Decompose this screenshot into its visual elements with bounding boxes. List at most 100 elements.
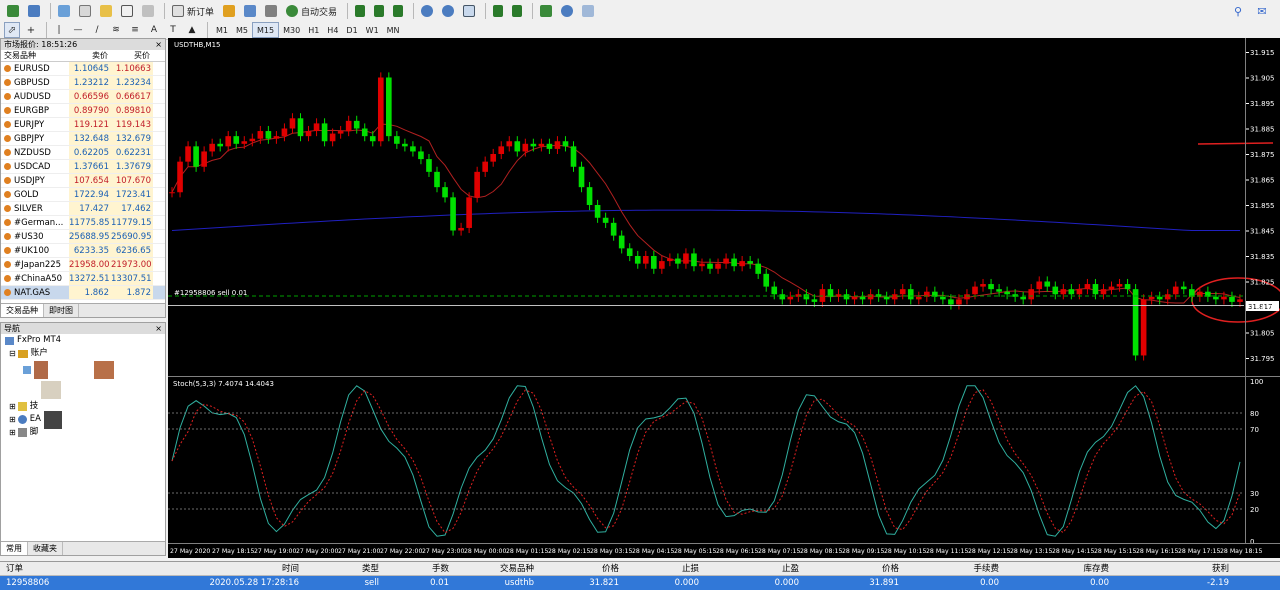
orders-column[interactable]: 止损: [625, 562, 705, 575]
horizontal-line-tool[interactable]: —: [70, 22, 86, 38]
timeframe-w1[interactable]: W1: [362, 22, 383, 38]
navigator-experts[interactable]: ⊞ EA: [1, 410, 165, 429]
timeframe-m15[interactable]: M15: [252, 22, 280, 38]
column-bid[interactable]: 卖价: [69, 50, 111, 61]
periods-button[interactable]: [558, 3, 576, 19]
channel-tool[interactable]: ≋: [108, 22, 124, 38]
navigator-accounts[interactable]: ⊟ 账户: [1, 347, 165, 360]
orders-column[interactable]: 获利: [1115, 562, 1235, 575]
account-entry[interactable]: [1, 360, 165, 380]
vertical-line-tool[interactable]: |: [51, 22, 67, 38]
chart-window[interactable]: 28 May 18:15 28 May 17:15 28 May 16:15 28 M…: [168, 38, 1280, 558]
market-row[interactable]: NAT.GAS 1.862 1.872: [1, 286, 165, 300]
indicators-button[interactable]: [537, 3, 555, 19]
timeframe-d1[interactable]: D1: [342, 22, 361, 38]
tester-toggle[interactable]: [139, 3, 157, 19]
order-row[interactable]: 12958806 2020.05.28 17:28:16 sell 0.01 usdth…: [0, 576, 1280, 590]
bar-chart-button[interactable]: [352, 3, 368, 19]
orders-column[interactable]: 价格: [540, 562, 625, 575]
zoom-in-button[interactable]: [418, 3, 436, 19]
column-ask[interactable]: 买价: [111, 50, 153, 61]
price-chart[interactable]: 28 May 18:1528 May 17:1528 May 16:1528 M…: [168, 38, 1280, 558]
expand-icon[interactable]: ⊞: [9, 426, 16, 439]
navigator-toggle[interactable]: [97, 3, 115, 19]
tab-favorites[interactable]: 收藏夹: [28, 542, 63, 555]
order-cell: 0.000: [774, 578, 799, 588]
autoscroll-button[interactable]: [509, 3, 525, 19]
profiles-icon: [28, 5, 40, 17]
timeframe-m30[interactable]: M30: [279, 22, 304, 38]
market-row[interactable]: AUDUSD 0.66596 0.66617: [1, 90, 165, 104]
collapse-icon[interactable]: ⊟: [9, 347, 16, 360]
market-row[interactable]: GBPUSD 1.23212 1.23234: [1, 76, 165, 90]
market-row[interactable]: GBPJPY 132.648 132.679: [1, 132, 165, 146]
market-row[interactable]: #German... 11775.85 11779.15: [1, 216, 165, 230]
candlestick-button[interactable]: [371, 3, 387, 19]
crosshair-tool[interactable]: +: [23, 22, 39, 38]
navigator-indicators[interactable]: ⊞ 技: [1, 400, 165, 413]
market-row[interactable]: #ChinaA50 13272.51 13307.51: [1, 272, 165, 286]
history-button[interactable]: [241, 3, 259, 19]
order-cell: 31.821: [589, 578, 619, 588]
tile-windows-button[interactable]: [460, 3, 478, 19]
orders-column[interactable]: 时间: [150, 562, 305, 575]
metaeditor-button[interactable]: [220, 3, 238, 19]
line-chart-button[interactable]: [390, 3, 406, 19]
text-tool[interactable]: A: [146, 22, 162, 38]
stoch-tick-label: 70: [1250, 426, 1259, 434]
market-row[interactable]: #US30 25688.95 25690.95: [1, 230, 165, 244]
terminal-toggle[interactable]: [118, 3, 136, 19]
chat-button[interactable]: ✉: [1254, 3, 1270, 19]
timeframe-h1[interactable]: H1: [304, 22, 323, 38]
orders-column[interactable]: 订单: [0, 562, 150, 575]
timeframe-m5[interactable]: M5: [232, 22, 252, 38]
market-row[interactable]: USDCAD 1.37661 1.37679: [1, 160, 165, 174]
tab-tick-chart[interactable]: 即时图: [44, 304, 79, 317]
market-watch-toggle[interactable]: [55, 3, 73, 19]
orders-column[interactable]: 交易品种: [455, 562, 540, 575]
market-row[interactable]: EURUSD 1.10645 1.10663: [1, 62, 165, 76]
fibonacci-tool[interactable]: ≡: [127, 22, 143, 38]
trendline-tool[interactable]: ∕: [89, 22, 105, 38]
market-row[interactable]: GOLD 1722.94 1723.41: [1, 188, 165, 202]
navigator-root[interactable]: FxPro MT4: [1, 334, 165, 347]
orders-column[interactable]: 手续费: [905, 562, 1005, 575]
new-order-button[interactable]: 新订单: [169, 3, 217, 19]
market-row[interactable]: #Japan225 21958.00 21973.00: [1, 258, 165, 272]
signals-button[interactable]: [262, 3, 280, 19]
orders-column[interactable]: 库存费: [1005, 562, 1115, 575]
market-row[interactable]: EURJPY 119.121 119.143: [1, 118, 165, 132]
orders-column[interactable]: 类型: [305, 562, 385, 575]
market-row[interactable]: USDJPY 107.654 107.670: [1, 174, 165, 188]
orders-column[interactable]: 手数: [385, 562, 455, 575]
templates-button[interactable]: [579, 3, 597, 19]
market-row[interactable]: #UK100 6233.35 6236.65: [1, 244, 165, 258]
timeframe-m1[interactable]: M1: [212, 22, 232, 38]
expand-icon[interactable]: ⊞: [9, 400, 16, 413]
auto-trading-button[interactable]: 自动交易: [283, 3, 340, 19]
chart-shift-button[interactable]: [490, 3, 506, 19]
close-icon[interactable]: ×: [155, 39, 165, 50]
market-row[interactable]: NZDUSD 0.62205 0.62231: [1, 146, 165, 160]
navigator-scripts[interactable]: ⊞ 脚: [1, 426, 165, 439]
market-row[interactable]: SILVER 17.427 17.462: [1, 202, 165, 216]
tab-common[interactable]: 常用: [1, 542, 28, 555]
zoom-out-button[interactable]: [439, 3, 457, 19]
label-tool[interactable]: T: [165, 22, 181, 38]
tab-symbols[interactable]: 交易品种: [1, 304, 44, 317]
expand-icon[interactable]: ⊞: [9, 413, 16, 426]
market-row[interactable]: EURGBP 0.89790 0.89810: [1, 104, 165, 118]
timeframe-h4[interactable]: H4: [323, 22, 342, 38]
stoch-tick-label: 0: [1250, 538, 1254, 546]
orders-column[interactable]: 止盈: [705, 562, 805, 575]
cursor-tool[interactable]: ⬀: [4, 22, 20, 38]
new-chart-button[interactable]: [4, 3, 22, 19]
column-symbol[interactable]: 交易品种: [1, 50, 69, 61]
timeframe-mn[interactable]: MN: [383, 22, 404, 38]
close-icon[interactable]: ×: [155, 323, 165, 334]
data-window-toggle[interactable]: [76, 3, 94, 19]
arrows-tool[interactable]: ▲: [184, 22, 200, 38]
profiles-button[interactable]: [25, 3, 43, 19]
search-button[interactable]: ⚲: [1230, 3, 1246, 19]
orders-column[interactable]: 价格: [805, 562, 905, 575]
